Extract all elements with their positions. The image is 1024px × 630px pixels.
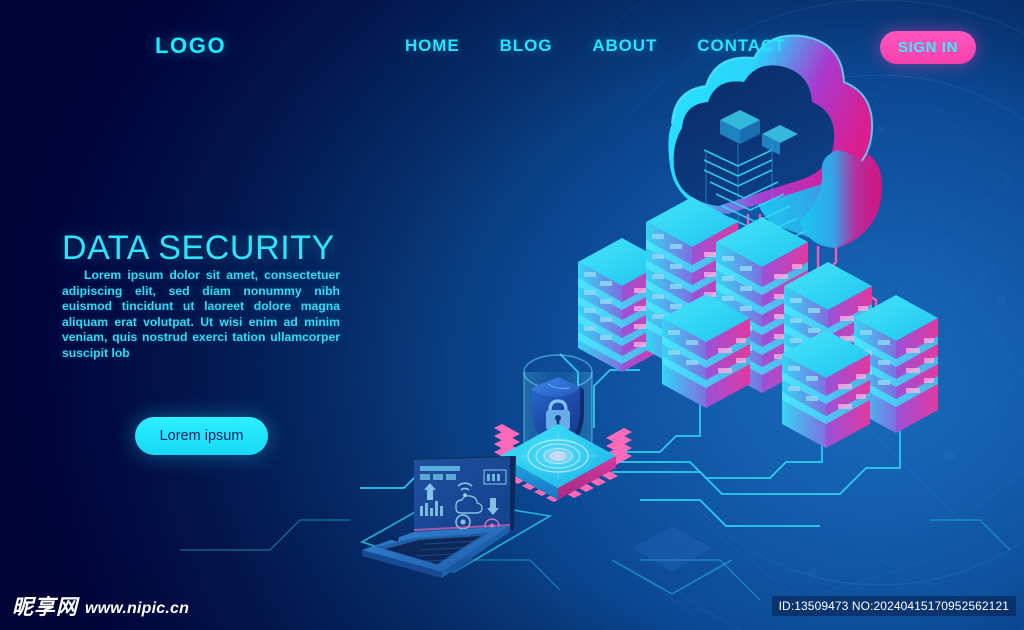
nav-link-blog[interactable]: BLOG [500, 36, 553, 56]
footer-watermark-bar: 昵享网 www.nipic.cn ID:13509473 NO:20240415… [0, 578, 1024, 630]
watermark-url: www.nipic.cn [85, 600, 190, 618]
nav-link-home[interactable]: HOME [405, 36, 460, 56]
nav-link-about[interactable]: ABOUT [592, 36, 657, 56]
watermark-logo: 昵享网 www.nipic.cn [12, 597, 189, 618]
cta-button[interactable]: Lorem ipsum [135, 417, 268, 455]
site-logo[interactable]: LOGO [155, 33, 226, 59]
page-title: DATA SECURITY [62, 229, 335, 267]
sign-in-button[interactable]: SIGN IN [880, 31, 976, 64]
hero-paragraph: Lorem ipsum dolor sit amet, consectetuer… [62, 268, 340, 360]
watermark-brand-cn: 昵享网 [12, 595, 78, 619]
top-navigation: LOGO HOME BLOG ABOUT CONTACT SIGN IN [0, 0, 1024, 92]
server-rack [662, 294, 750, 408]
page-stage: LOGO HOME BLOG ABOUT CONTACT SIGN IN DAT… [0, 0, 1024, 630]
nav-link-contact[interactable]: CONTACT [697, 36, 785, 56]
nav-links: HOME BLOG ABOUT CONTACT [405, 36, 785, 56]
server-rack [782, 330, 870, 448]
watermark-id-text: ID:13509473 NO:20240415170952562121 [771, 596, 1016, 616]
